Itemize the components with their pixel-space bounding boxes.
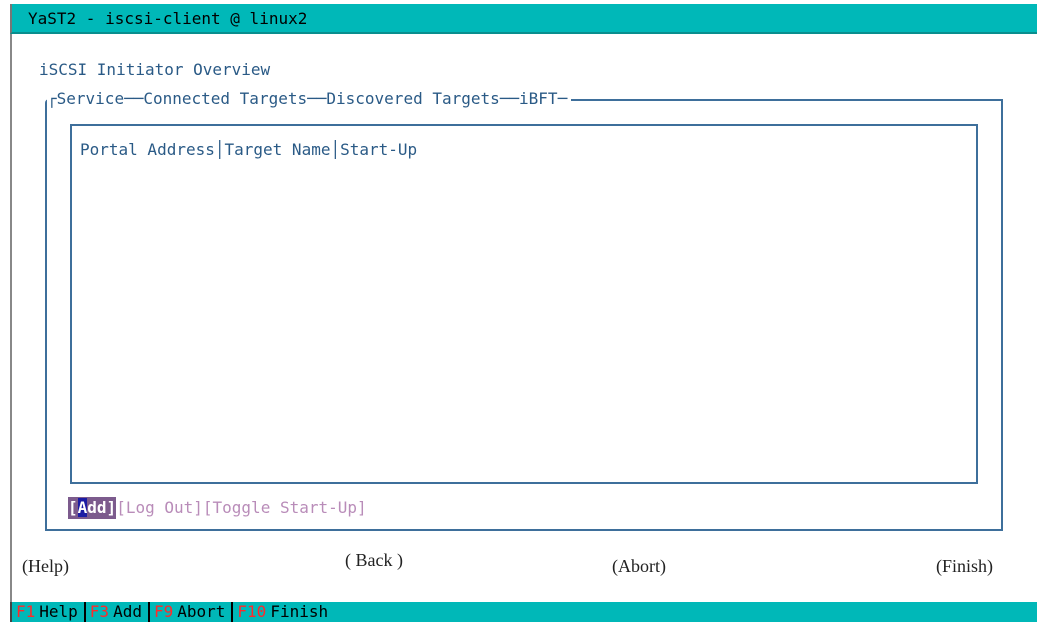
back-button[interactable]: ( Back ) [345,550,403,571]
column-separator: │ [330,140,341,159]
tab-connected-targets[interactable]: Connected Targets [143,89,307,108]
help-button[interactable]: (Help) [22,556,69,577]
fkey-action: Add [113,602,148,622]
tab-discovered-targets[interactable]: Discovered Targets [326,89,499,108]
fkey-help[interactable]: F1 Help [12,602,84,622]
tab-service[interactable]: Service [57,89,124,108]
page-title: iSCSI Initiator Overview [39,60,271,79]
fkey-action: Finish [270,602,329,622]
action-buttons: [Add] [Log Out] [Toggle Start-Up] [68,497,367,519]
log-out-button[interactable]: [Log Out] [116,497,203,519]
fkey-label: F10 [237,602,267,621]
window-left-edge [10,34,12,602]
window-titlebar: YaST2 - iscsi-client @ linux2 [10,4,1037,34]
column-portal-address[interactable]: Portal Address [80,140,215,160]
table-header: Portal Address │ Target Name │ Start-Up [80,140,417,160]
fkey-action: Help [39,602,84,622]
finish-button[interactable]: (Finish) [936,556,993,577]
fkey-finish[interactable]: F10 Finish [233,602,329,622]
fkey-add[interactable]: F3 Add [86,602,148,622]
add-hotkey-letter: A [77,498,88,517]
fkey-action: Abort [177,602,232,622]
targets-table[interactable] [70,124,978,484]
toggle-start-up-button[interactable]: [Toggle Start-Up] [203,497,367,519]
fkey-label: F9 [153,602,174,621]
add-button[interactable]: [Add] [68,497,117,519]
fkey-label: F1 [16,602,36,621]
column-separator: │ [214,140,225,159]
function-key-bar: F1 Help F3 Add F9 Abort F10 Finish [10,602,1037,622]
tab-bar: ┌Service──Connected Targets──Discovered … [47,89,572,109]
window-title: YaST2 - iscsi-client @ linux2 [28,9,308,28]
abort-button[interactable]: (Abort) [612,556,666,577]
column-start-up[interactable]: Start-Up [340,140,417,160]
fkey-abort[interactable]: F9 Abort [150,602,232,622]
fkey-label: F3 [89,602,110,621]
tab-ibft[interactable]: iBFT [519,89,558,108]
column-target-name[interactable]: Target Name [225,140,331,160]
